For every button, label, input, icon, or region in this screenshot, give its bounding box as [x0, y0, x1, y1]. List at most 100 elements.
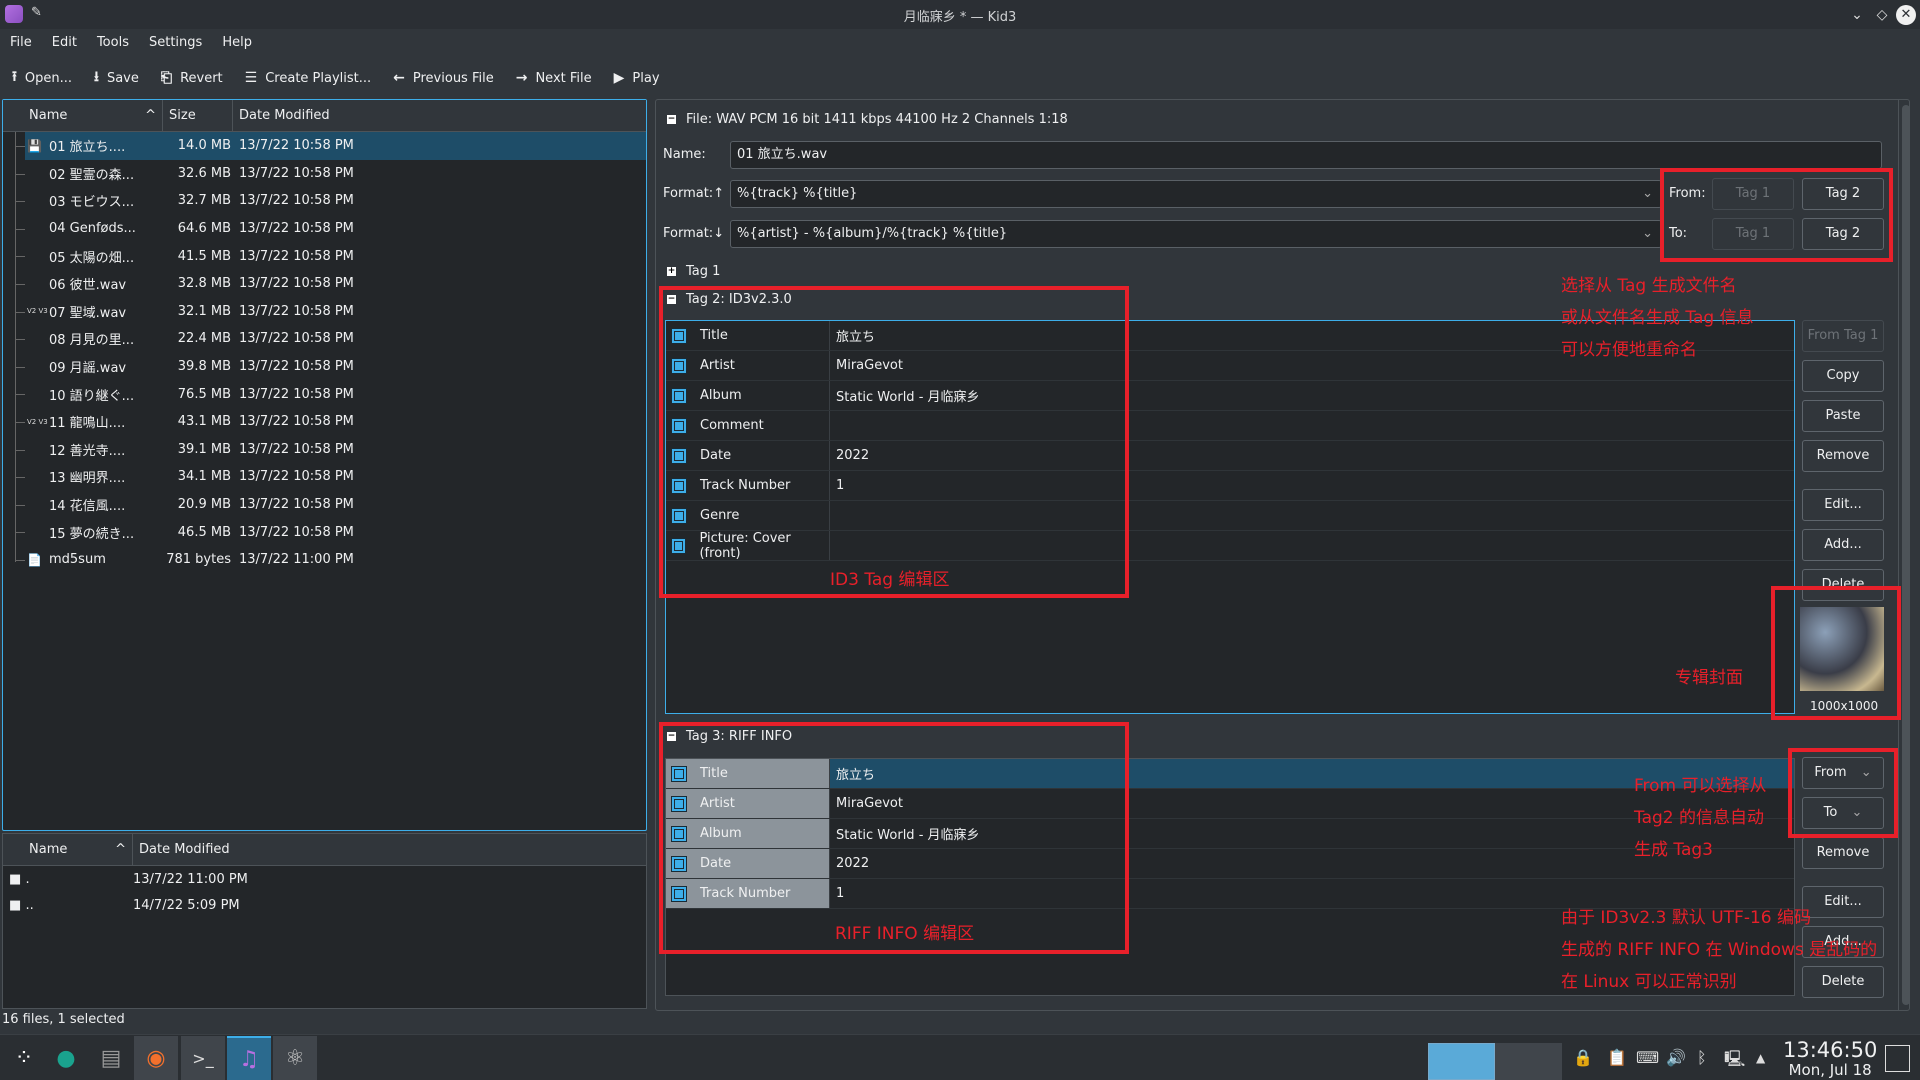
firefox-icon[interactable]: ◉ — [134, 1036, 178, 1080]
tag-delete-button[interactable]: Delete — [1802, 966, 1884, 998]
file-name: 03 モビウス... — [49, 195, 135, 211]
minimize-icon[interactable]: ⌄ — [1847, 5, 1867, 25]
file-section-header[interactable]: − File: WAV PCM 16 bit 1411 kbps 44100 Hz… — [667, 112, 1068, 127]
play-button[interactable]: ▶ Play — [614, 70, 660, 86]
bluetooth-icon[interactable]: ᛒ — [1697, 1048, 1707, 1067]
kid3-taskbar-icon[interactable]: ♫ — [227, 1036, 271, 1080]
maximize-icon[interactable]: ◇ — [1872, 5, 1892, 25]
create-playlist-button[interactable]: ☰ Create Playlist... — [245, 70, 372, 86]
menu-help[interactable]: Help — [222, 30, 252, 56]
tag-remove-button[interactable]: Remove — [1802, 440, 1884, 472]
directory-list[interactable]: Name ^ Date Modified ■ . 13/7/22 11:00 PM… — [2, 833, 647, 1009]
tag-add-button[interactable]: Add... — [1802, 529, 1884, 561]
dir-column-name[interactable]: Name ^ — [3, 834, 133, 865]
show-desktop-icon[interactable] — [1885, 1045, 1910, 1072]
tag-paste-button[interactable]: Paste — [1802, 400, 1884, 432]
clipboard-icon[interactable]: 📋 — [1607, 1048, 1627, 1067]
file-row[interactable]: 09 月謡.wav 39.8 MB 13/7/22 10:58 PM — [3, 353, 646, 381]
screenshot-app-icon[interactable]: ● — [44, 1036, 88, 1080]
tray-expand-icon[interactable]: ▲ — [1756, 1051, 1765, 1065]
file-row[interactable]: 10 語り継ぐ... 76.5 MB 13/7/22 10:58 PM — [3, 380, 646, 408]
open-button[interactable]: ⭱ Open... — [12, 66, 72, 90]
menu-tools[interactable]: Tools — [97, 30, 129, 56]
previous-file-button[interactable]: ← Previous File — [393, 70, 494, 86]
dir-column-date[interactable]: Date Modified — [133, 834, 646, 865]
button-label: Paste — [1825, 408, 1861, 423]
save-button[interactable]: ⭳ Save — [94, 66, 139, 90]
column-name-label: Name — [29, 108, 68, 123]
file-date: 13/7/22 10:58 PM — [239, 138, 354, 154]
dir-column-name-label: Name — [29, 842, 68, 857]
menu-settings[interactable]: Settings — [149, 30, 202, 56]
vpn-lock-icon[interactable]: 🔒 — [1573, 1048, 1593, 1067]
file-date: 13/7/22 10:58 PM — [239, 524, 354, 540]
file-row[interactable]: 02 聖霊の森... 32.6 MB 13/7/22 10:58 PM — [3, 160, 646, 188]
tag1-section-header[interactable]: + Tag 1 — [667, 264, 720, 279]
keyboard-icon[interactable]: ⌨ — [1636, 1048, 1659, 1067]
tree-branch — [15, 283, 25, 285]
folder-up-icon: ■ — [9, 897, 22, 913]
file-row[interactable]: 📄 md5sum 781 bytes 13/7/22 11:00 PM — [3, 546, 646, 574]
volume-icon[interactable]: 🔊 — [1666, 1048, 1686, 1067]
file-row[interactable]: 03 モビウス... 32.7 MB 13/7/22 10:58 PM — [3, 187, 646, 215]
tag-copy-button[interactable]: Copy — [1802, 360, 1884, 392]
file-row[interactable]: 14 花信風.... 20.9 MB 13/7/22 10:58 PM — [3, 491, 646, 519]
file-row[interactable]: V2 V3 11 龍鳴山.... 43.1 MB 13/7/22 10:58 PM — [3, 408, 646, 436]
tag-from-tag-1-button[interactable]: From Tag 1 — [1802, 320, 1884, 352]
tag-remove-button[interactable]: Remove — [1802, 837, 1884, 869]
file-row[interactable]: 08 月見の里... 22.4 MB 13/7/22 10:58 PM — [3, 325, 646, 353]
desktop-1[interactable] — [1428, 1043, 1495, 1080]
file-date: 13/7/22 10:58 PM — [239, 221, 354, 237]
file-size: 41.5 MB — [177, 248, 231, 264]
column-date[interactable]: Date Modified — [233, 100, 646, 131]
dir-row[interactable]: ■ .. 14/7/22 5:09 PM — [3, 892, 646, 918]
file-row[interactable]: 💾 01 旅立ち.... 14.0 MB 13/7/22 10:58 PM — [15, 132, 646, 160]
column-size[interactable]: Size — [163, 100, 233, 131]
file-size: 43.1 MB — [177, 414, 231, 430]
file-row[interactable]: 04 Genføds... 64.6 MB 13/7/22 10:58 PM — [3, 215, 646, 243]
file-row[interactable]: 12 善光寺.... 39.1 MB 13/7/22 10:58 PM — [3, 436, 646, 464]
file-row[interactable]: V2 V3 07 聖域.wav 32.1 MB 13/7/22 10:58 PM — [3, 298, 646, 326]
file-row[interactable]: 13 幽明界.... 34.1 MB 13/7/22 10:58 PM — [3, 463, 646, 491]
annotation-rename-1: 选择从 Tag 生成文件名 — [1561, 276, 1737, 296]
collapse-icon[interactable]: − — [667, 115, 676, 124]
revert-button[interactable]: ⎗ Revert — [161, 70, 223, 86]
expand-icon[interactable]: + — [667, 267, 676, 276]
scrollbar-handle[interactable] — [1902, 105, 1910, 1005]
menu-file[interactable]: File — [10, 30, 32, 56]
file-row[interactable]: 15 夢の続き... 46.5 MB 13/7/22 10:58 PM — [3, 518, 646, 546]
file-row[interactable]: 06 彼世.wav 32.8 MB 13/7/22 10:58 PM — [3, 270, 646, 298]
filename-input[interactable]: 01 旅立ち.wav — [730, 141, 1882, 169]
network-icon[interactable]: 🖳 — [1724, 1048, 1745, 1075]
create-playlist-label: Create Playlist... — [265, 70, 372, 86]
window-title: 月临寐乡 * — Kid3 — [903, 10, 1017, 25]
file-size: 22.4 MB — [177, 331, 231, 347]
file-manager-icon[interactable]: ▤ — [89, 1036, 133, 1080]
file-name: 13 幽明界.... — [49, 471, 126, 487]
toolbar: ⭱ Open... ⭳ Save ⎗ Revert ☰ Create Playlist.… — [0, 58, 1920, 98]
file-size: 781 bytes — [166, 552, 231, 568]
electron-app-icon[interactable]: ⚛ — [273, 1036, 317, 1080]
file-name: 09 月謡.wav — [49, 361, 127, 377]
tag-edit-button[interactable]: Edit... — [1802, 489, 1884, 521]
next-file-button[interactable]: → Next File — [516, 70, 592, 86]
tag-edit-button[interactable]: Edit... — [1802, 886, 1884, 918]
column-name[interactable]: Name ^ — [3, 100, 163, 131]
revert-icon: ⎗ — [160, 70, 173, 86]
close-icon[interactable]: ✕ — [1896, 5, 1916, 25]
file-row[interactable]: 05 太陽の畑... 41.5 MB 13/7/22 10:58 PM — [3, 242, 646, 270]
button-label: Copy — [1826, 368, 1860, 383]
file-date: 13/7/22 10:58 PM — [239, 441, 354, 457]
app-launcher-icon[interactable]: ⁘ — [2, 1036, 46, 1080]
play-label: Play — [632, 70, 660, 86]
virtual-desktop-pager[interactable] — [1428, 1043, 1562, 1080]
tree-branch — [15, 449, 25, 451]
format-from-filename-select[interactable]: %{track} %{title} ⌄ — [730, 180, 1662, 208]
menu-edit[interactable]: Edit — [52, 30, 77, 56]
file-list[interactable]: Name ^ Size Date Modified 💾 01 旅立ち.... 14.0… — [2, 99, 647, 831]
terminal-icon[interactable]: >_ — [181, 1036, 225, 1080]
format-to-filename-select[interactable]: %{artist} - %{album}/%{track} %{title} ⌄ — [730, 220, 1662, 248]
dir-row[interactable]: ■ . 13/7/22 11:00 PM — [3, 866, 646, 892]
clock[interactable]: 13:46:50 Mon, Jul 18 — [1783, 1038, 1877, 1079]
tree-branch — [15, 421, 25, 423]
